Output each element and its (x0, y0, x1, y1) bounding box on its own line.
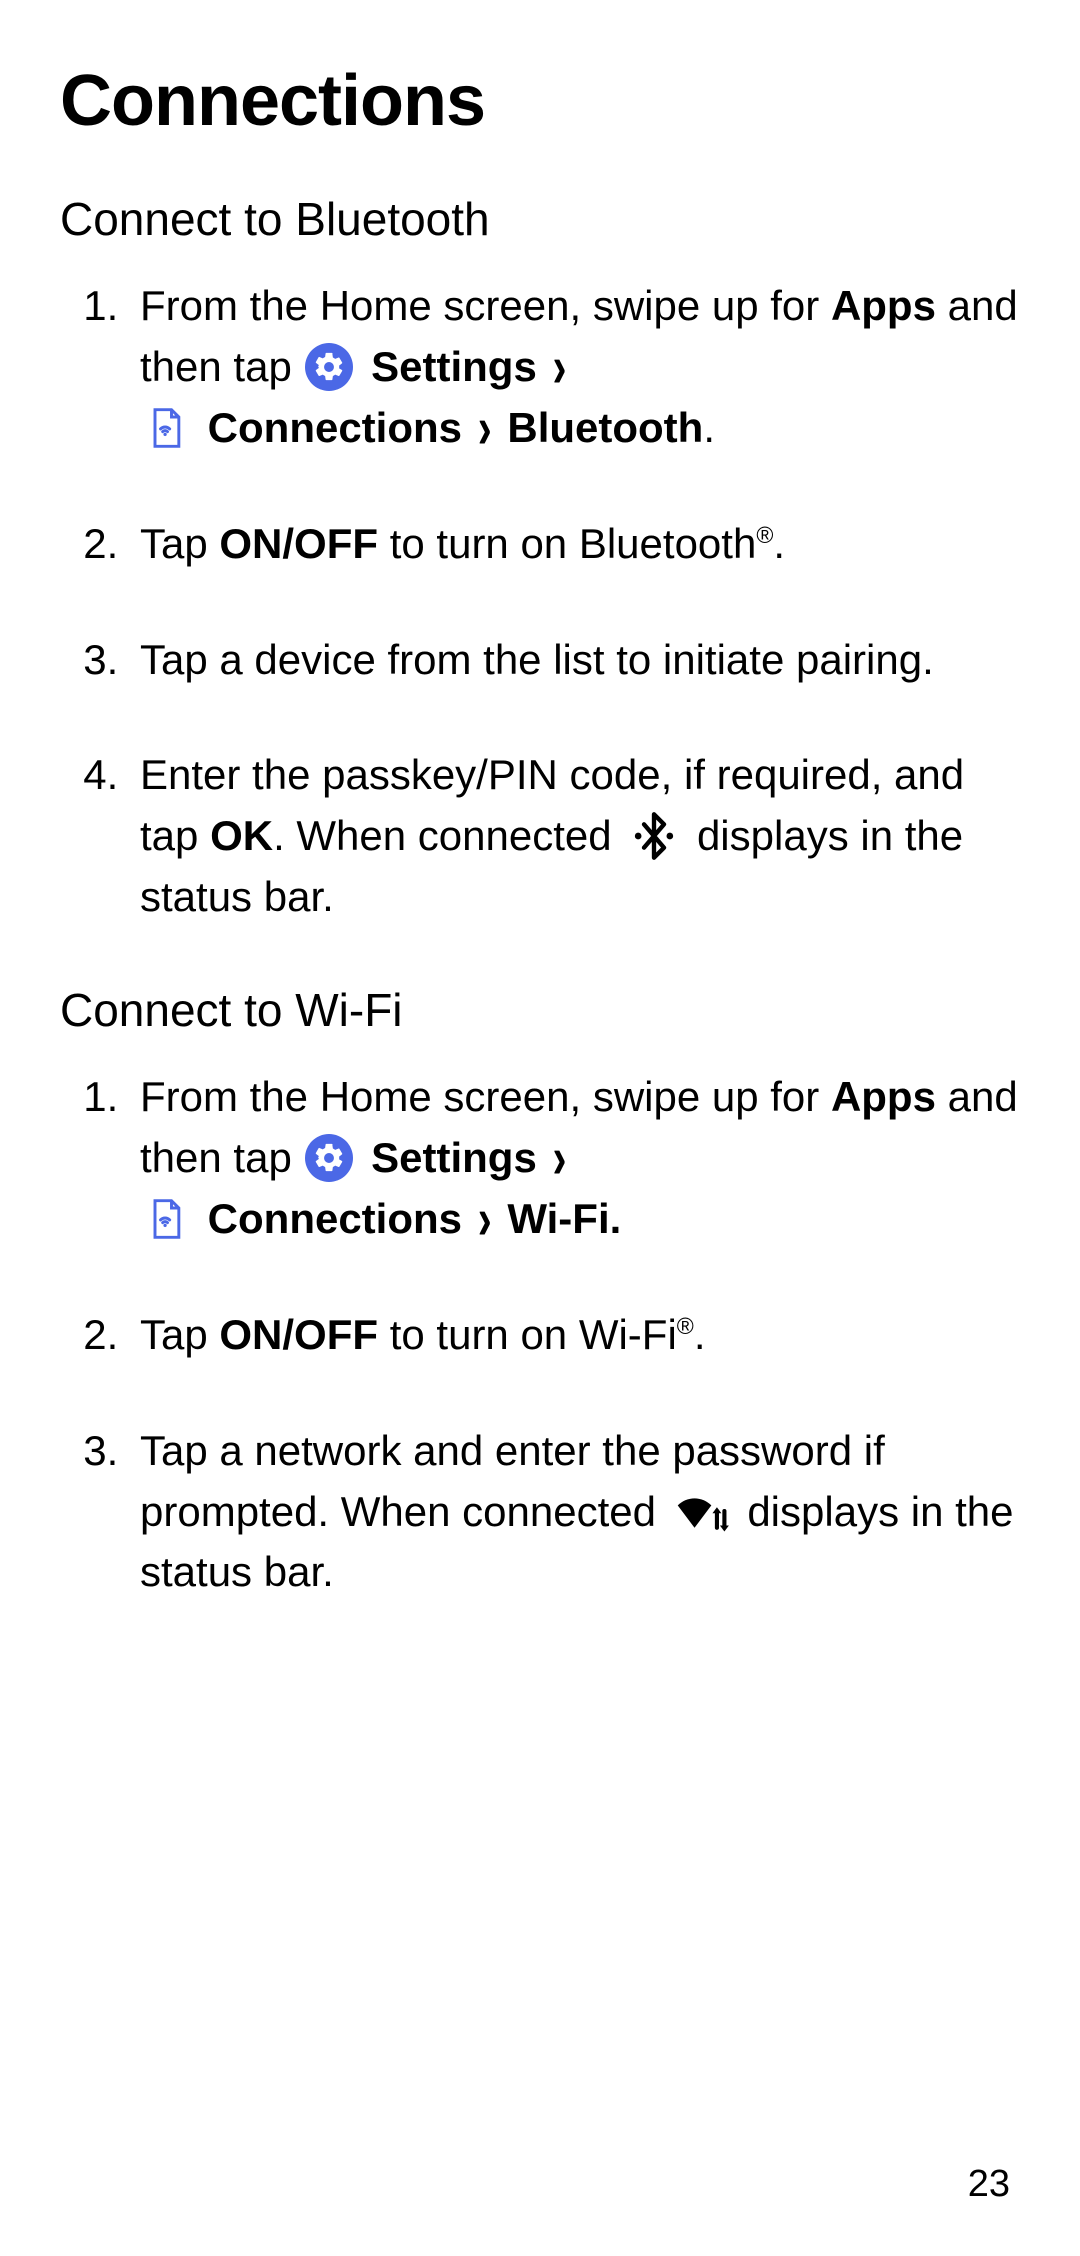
connections-page-icon (142, 404, 190, 452)
settings-gear-icon (305, 1134, 353, 1182)
document-page: Connections Connect to Bluetooth From th… (0, 0, 1080, 2256)
on-off-label: ON/OFF (219, 520, 378, 567)
bluetooth-label: Bluetooth (507, 404, 703, 451)
steps-list-wifi: From the Home screen, swipe up for Apps … (60, 1067, 1020, 1603)
apps-label: Apps (831, 282, 936, 329)
wifi-label: Wi-Fi. (507, 1195, 621, 1242)
bt-step-3: Tap a device from the list to initiate p… (130, 630, 1020, 691)
chevron-icon: › (478, 1177, 492, 1262)
text: to turn on Wi-Fi (378, 1311, 677, 1358)
text: . When connected (273, 812, 623, 859)
page-title: Connections (60, 60, 1020, 142)
on-off-label: ON/OFF (219, 1311, 378, 1358)
text: From the Home screen, swipe up for (140, 282, 831, 329)
registered-mark: ® (756, 522, 773, 548)
text: Tap (140, 520, 219, 567)
section-heading-wifi: Connect to Wi-Fi (60, 983, 1020, 1037)
connections-page-icon (142, 1195, 190, 1243)
registered-mark: ® (677, 1313, 694, 1339)
chevron-icon: › (478, 386, 492, 471)
text: . (694, 1311, 706, 1358)
settings-label: Settings (371, 343, 537, 390)
connections-label: Connections (208, 404, 462, 451)
steps-list-bluetooth: From the Home screen, swipe up for Apps … (60, 276, 1020, 928)
chevron-icon: › (553, 325, 567, 410)
wifi-step-2: Tap ON/OFF to turn on Wi-Fi®. (130, 1305, 1020, 1366)
bt-step-2: Tap ON/OFF to turn on Bluetooth®. (130, 514, 1020, 575)
text: From the Home screen, swipe up for (140, 1073, 831, 1120)
connections-label: Connections (208, 1195, 462, 1242)
chevron-icon: › (553, 1116, 567, 1201)
wifi-connected-icon (672, 1487, 732, 1535)
ok-label: OK (210, 812, 273, 859)
bt-step-4: Enter the passkey/PIN code, if required,… (130, 745, 1020, 928)
text: Tap (140, 1311, 219, 1358)
wifi-step-3: Tap a network and enter the password if … (130, 1421, 1020, 1604)
bluetooth-connected-icon (629, 811, 679, 861)
bt-step-1: From the Home screen, swipe up for Apps … (130, 276, 1020, 459)
text: . (773, 520, 785, 567)
apps-label: Apps (831, 1073, 936, 1120)
settings-label: Settings (371, 1134, 537, 1181)
text: . (703, 404, 715, 451)
settings-gear-icon (305, 343, 353, 391)
wifi-step-1: From the Home screen, swipe up for Apps … (130, 1067, 1020, 1250)
text: to turn on Bluetooth (378, 520, 756, 567)
section-heading-bluetooth: Connect to Bluetooth (60, 192, 1020, 246)
page-number: 23 (968, 2163, 1010, 2206)
